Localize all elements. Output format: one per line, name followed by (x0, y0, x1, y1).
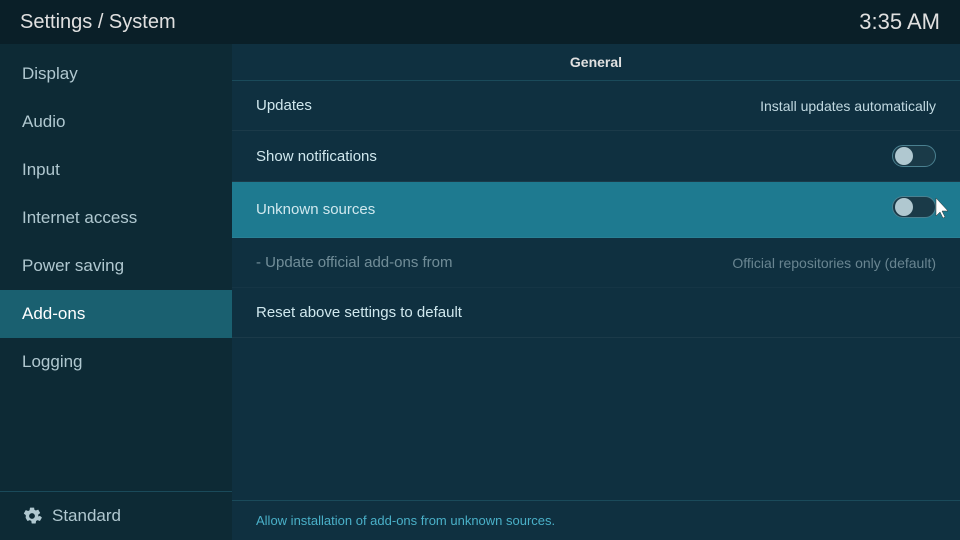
sidebar-standard-button[interactable]: Standard (0, 492, 232, 540)
main-layout: Display Audio Input Internet access Powe… (0, 44, 960, 540)
sidebar-item-label: Power saving (22, 256, 124, 276)
setting-label-update-official-addons: - Update official add-ons from (256, 254, 453, 271)
gear-icon (22, 506, 42, 526)
setting-value-updates: Install updates automatically (760, 98, 936, 114)
sidebar-item-label: Input (22, 160, 60, 180)
settings-list: Updates Install updates automatically Sh… (232, 81, 960, 500)
setting-value-update-official-addons: Official repositories only (default) (732, 255, 936, 271)
setting-show-notifications[interactable]: Show notifications (232, 131, 960, 182)
toggle-knob (895, 147, 913, 165)
sidebar-item-display[interactable]: Display (0, 50, 232, 98)
sidebar-item-label: Internet access (22, 208, 137, 228)
sidebar-item-power-saving[interactable]: Power saving (0, 242, 232, 290)
setting-label-reset-settings: Reset above settings to default (256, 304, 462, 321)
section-header: General (232, 44, 960, 81)
sidebar-item-label: Add-ons (22, 304, 85, 324)
standard-label: Standard (52, 506, 121, 526)
sidebar-item-input[interactable]: Input (0, 146, 232, 194)
sidebar-item-audio[interactable]: Audio (0, 98, 232, 146)
setting-label-unknown-sources: Unknown sources (256, 201, 375, 218)
setting-unknown-sources[interactable]: Unknown sources (232, 182, 960, 238)
toggle-show-notifications[interactable] (892, 145, 936, 167)
sidebar-item-logging[interactable]: Logging (0, 338, 232, 386)
sidebar-item-add-ons[interactable]: Add-ons (0, 290, 232, 338)
header: Settings / System 3:35 AM (0, 0, 960, 44)
page-title: Settings / System (20, 11, 176, 34)
setting-label-show-notifications: Show notifications (256, 148, 377, 165)
sidebar-item-label: Logging (22, 352, 83, 372)
setting-updates[interactable]: Updates Install updates automatically (232, 81, 960, 131)
content-area: General Updates Install updates automati… (232, 44, 960, 540)
sidebar-item-label: Display (22, 64, 78, 84)
setting-update-official-addons[interactable]: - Update official add-ons from Official … (232, 238, 960, 288)
toggle-knob (895, 198, 913, 216)
setting-label-updates: Updates (256, 97, 312, 114)
clock: 3:35 AM (859, 9, 940, 35)
footer-hint: Allow installation of add-ons from unkno… (232, 500, 960, 540)
sidebar: Display Audio Input Internet access Powe… (0, 44, 232, 540)
setting-reset-settings[interactable]: Reset above settings to default (232, 288, 960, 338)
toggle-unknown-sources-wrapper (892, 196, 936, 223)
sidebar-item-label: Audio (22, 112, 65, 132)
sidebar-item-internet-access[interactable]: Internet access (0, 194, 232, 242)
toggle-unknown-sources[interactable] (892, 196, 936, 218)
